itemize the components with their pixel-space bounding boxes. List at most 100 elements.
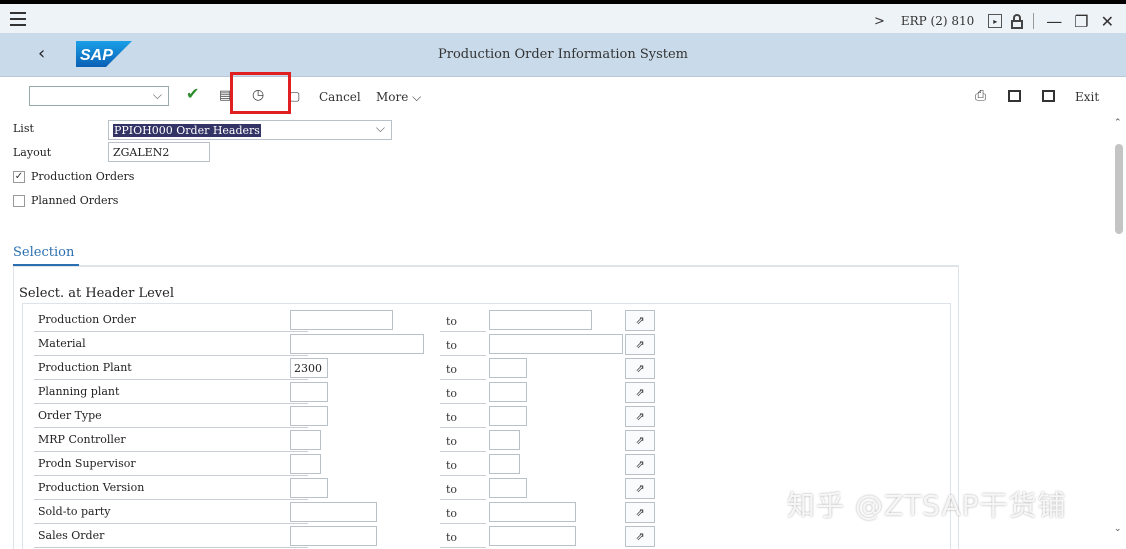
restore-icon[interactable]: ❐: [1074, 12, 1088, 31]
to-label: to: [446, 483, 458, 496]
from-input[interactable]: [290, 478, 328, 498]
label-underline: [34, 547, 308, 548]
selection-row-label: MRP Controller: [38, 433, 126, 446]
multiple-selection-button[interactable]: ⇗: [625, 430, 655, 451]
production-orders-checkbox-row[interactable]: ✓ Production Orders: [13, 170, 134, 183]
selection-row: Order Type to ⇗: [22, 404, 951, 428]
multiple-selection-button[interactable]: ⇗: [625, 382, 655, 403]
selection-row: MRP Controller to ⇗: [22, 428, 951, 452]
selection-row: Sales Order to ⇗: [22, 524, 951, 548]
planned-orders-checkbox[interactable]: [13, 194, 25, 207]
selection-row-label: Production Order: [38, 313, 136, 326]
command-field[interactable]: ⌵: [29, 86, 169, 106]
menu-icon[interactable]: [10, 12, 26, 26]
to-input[interactable]: [489, 478, 527, 498]
selection-row-label: Planning plant: [38, 385, 120, 398]
scroll-up-icon[interactable]: ⌃: [1114, 118, 1122, 128]
to-label: to: [446, 531, 458, 544]
page-title: Production Order Information System: [437, 47, 689, 62]
production-orders-checkbox[interactable]: ✓: [13, 170, 25, 183]
highlight-annotation: [230, 72, 291, 114]
watermark: 知乎 @ZTSAP干货铺: [787, 489, 1067, 522]
from-input[interactable]: [290, 526, 377, 546]
selection-row-label: Sales Order: [38, 529, 105, 542]
window-icon[interactable]: [1008, 90, 1021, 102]
to-label: to: [446, 339, 458, 352]
to-input[interactable]: [489, 406, 527, 426]
list-value: PPIOH000 Order Headers: [113, 124, 261, 137]
system-controls: > ERP (2) 810 ▸ — ❐ ✕: [874, 10, 1126, 32]
multiple-selection-button[interactable]: ⇗: [625, 478, 655, 499]
multiple-selection-button[interactable]: ⇗: [625, 358, 655, 379]
selection-row-label: Production Version: [38, 481, 145, 494]
multiple-selection-button[interactable]: ⇗: [625, 502, 655, 523]
to-input[interactable]: [489, 310, 592, 330]
to-input[interactable]: [489, 526, 576, 546]
system-name: ERP (2) 810: [900, 14, 975, 28]
print-icon[interactable]: ⎙: [975, 88, 986, 104]
from-input[interactable]: [290, 502, 377, 522]
production-orders-label: Production Orders: [31, 170, 135, 183]
to-label: to: [446, 363, 458, 376]
list-select[interactable]: PPIOH000 Order Headers ⌵: [108, 120, 392, 140]
title-bar: ‹ SAP Production Order Information Syste…: [0, 33, 1126, 77]
multiple-selection-button[interactable]: ⇗: [625, 334, 655, 355]
lock-icon[interactable]: [1011, 13, 1024, 29]
from-input[interactable]: 2300: [290, 358, 328, 378]
list-label: List: [13, 122, 34, 135]
selection-row: Material to ⇗: [22, 332, 951, 356]
tab-selection[interactable]: Selection: [13, 245, 74, 260]
from-input[interactable]: [290, 406, 328, 426]
multiple-selection-button[interactable]: ⇗: [625, 526, 655, 547]
app-toolbar: ⌵ ✔ ▤ ◷ ▢ Cancel More ⌵ ⎙ Exit: [0, 78, 1126, 116]
to-label: to: [446, 387, 458, 400]
close-icon[interactable]: ✕: [1101, 12, 1114, 31]
more-button[interactable]: More ⌵: [376, 90, 421, 105]
from-input[interactable]: [290, 382, 328, 402]
selection-row-label: Prodn Supervisor: [38, 457, 136, 470]
from-input[interactable]: [290, 430, 321, 450]
from-input[interactable]: [290, 454, 321, 474]
selection-row: Prodn Supervisor to ⇗: [22, 452, 951, 476]
selection-row-label: Sold-to party: [38, 505, 111, 518]
chevron-down-icon[interactable]: ⌵: [153, 88, 162, 103]
exit-button[interactable]: Exit: [1075, 90, 1099, 104]
from-input[interactable]: [290, 334, 424, 354]
to-input[interactable]: [489, 358, 527, 378]
chevron-right-icon[interactable]: >: [874, 14, 885, 29]
new-window-icon[interactable]: [1042, 90, 1055, 102]
system-bar: > ERP (2) 810 ▸ — ❐ ✕: [0, 0, 1126, 33]
selection-row: Planning plant to ⇗: [22, 380, 951, 404]
separator: [1033, 13, 1035, 29]
layout-label: Layout: [13, 146, 52, 159]
to-label: to: [446, 459, 458, 472]
scroll-down-icon[interactable]: ⌄: [1114, 524, 1122, 534]
multiple-selection-button[interactable]: ⇗: [625, 454, 655, 475]
to-underline: [440, 547, 486, 548]
multiple-selection-button[interactable]: ⇗: [625, 310, 655, 331]
to-input[interactable]: [489, 454, 520, 474]
minimize-icon[interactable]: —: [1046, 12, 1062, 31]
to-label: to: [446, 435, 458, 448]
from-input[interactable]: [290, 310, 393, 330]
to-label: to: [446, 315, 458, 328]
selection-row-label: Material: [38, 337, 86, 350]
chevron-down-icon[interactable]: ⌵: [376, 121, 385, 136]
to-input[interactable]: [489, 430, 520, 450]
play-icon[interactable]: ▸: [988, 14, 1003, 28]
to-input[interactable]: [489, 382, 527, 402]
layout-field[interactable]: ZGALEN2: [108, 142, 210, 162]
to-label: to: [446, 411, 458, 424]
to-label: to: [446, 507, 458, 520]
selection-row: Production Plant 2300 to ⇗: [22, 356, 951, 380]
group-title: Select. at Header Level: [19, 286, 174, 301]
vertical-scrollbar[interactable]: ⌃ ⌄: [1112, 116, 1126, 549]
scroll-thumb[interactable]: [1115, 144, 1123, 234]
to-input[interactable]: [489, 334, 623, 354]
check-icon[interactable]: ✔: [186, 84, 199, 103]
planned-orders-label: Planned Orders: [31, 194, 119, 207]
cancel-button[interactable]: Cancel: [319, 90, 361, 104]
to-input[interactable]: [489, 502, 576, 522]
planned-orders-checkbox-row[interactable]: Planned Orders: [13, 194, 118, 207]
multiple-selection-button[interactable]: ⇗: [625, 406, 655, 427]
